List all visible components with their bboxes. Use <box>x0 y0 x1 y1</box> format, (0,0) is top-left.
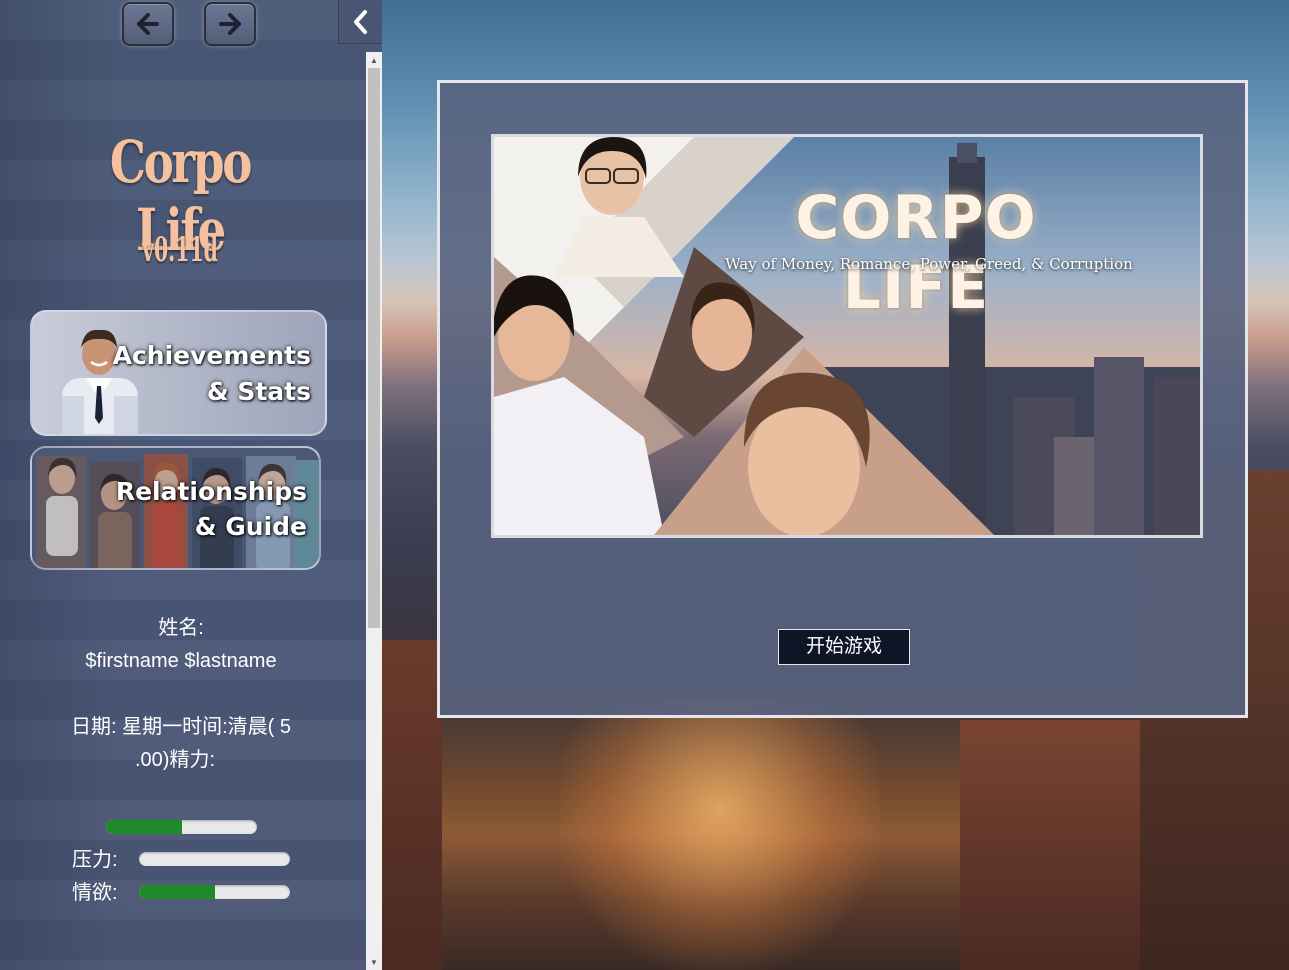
achievements-label-line1: Achievements <box>112 341 311 370</box>
lust-bar <box>139 885 290 899</box>
name-label: 姓名: <box>158 617 204 639</box>
relationships-guide-button[interactable]: Relationships & Guide <box>30 446 321 570</box>
date-time-line2: .00)精力: <box>134 749 216 771</box>
stress-bar <box>139 852 290 866</box>
cover-subtitle: Way of Money, Romance, Power, Greed, & C… <box>725 255 1133 273</box>
arrow-left-icon <box>137 13 159 35</box>
start-game-button[interactable]: 开始游戏 <box>778 629 910 665</box>
relationships-label-line2: & Guide <box>194 512 307 541</box>
scroll-down-icon[interactable]: ▼ <box>366 954 382 970</box>
lust-bar-fill <box>139 885 215 899</box>
name-value: $firstname $lastname <box>85 650 277 672</box>
achievements-label-line2: & Stats <box>206 377 311 406</box>
relationships-label-line1: Relationships <box>115 477 307 506</box>
chevron-left-icon <box>353 9 367 34</box>
forward-button[interactable] <box>204 2 256 46</box>
achievements-stats-button[interactable]: Achievements & Stats <box>30 310 327 436</box>
cover-image: CORPO LIFE Way of Money, Romance, Power,… <box>491 134 1203 538</box>
background-building-left <box>382 640 442 970</box>
lust-label: 情欲: <box>72 882 118 904</box>
businessman-portrait-icon <box>62 329 138 434</box>
scrollbar-thumb[interactable] <box>368 68 380 628</box>
sidebar: Corpo Life v0.11d Achievements & Stats R… <box>0 0 382 970</box>
stress-label: 压力: <box>72 849 118 871</box>
scroll-up-icon[interactable]: ▲ <box>366 52 382 68</box>
back-button[interactable] <box>122 2 174 46</box>
background-street-lights <box>560 700 880 970</box>
energy-bar-fill <box>106 820 182 834</box>
sidebar-collapse-button[interactable] <box>338 0 382 44</box>
cover-title: CORPO LIFE <box>795 183 1037 323</box>
energy-bar <box>106 820 257 834</box>
date-time-line1: 日期: 星期一时间:清晨( 5 <box>70 716 291 738</box>
main-panel: CORPO LIFE Way of Money, Romance, Power,… <box>437 80 1248 718</box>
game-version: v0.11d <box>142 230 218 270</box>
arrow-right-icon <box>219 13 241 35</box>
sidebar-scrollbar[interactable]: ▲ ▼ <box>366 52 382 970</box>
